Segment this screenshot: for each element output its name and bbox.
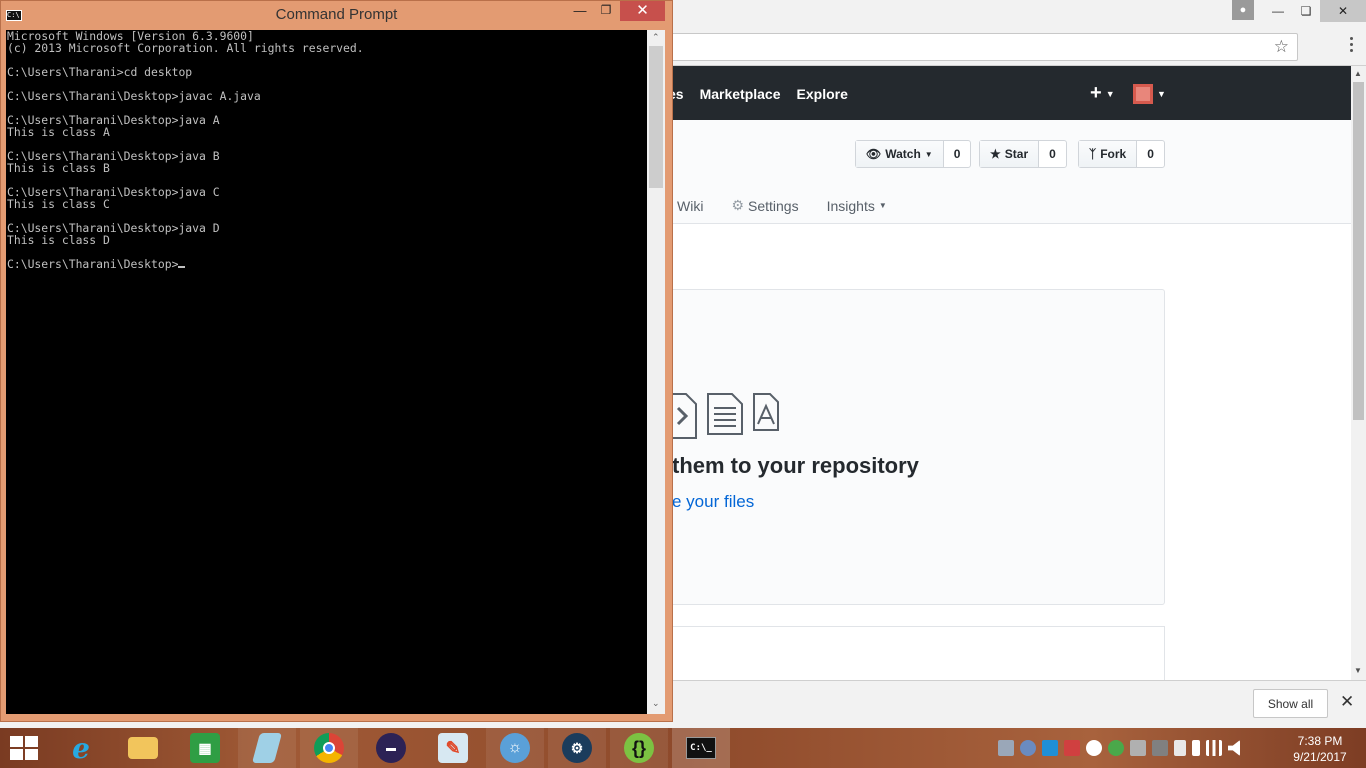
avatar[interactable]	[1133, 84, 1153, 104]
command-prompt-taskbar-icon[interactable]: C:\_	[672, 728, 730, 768]
onedrive-icon[interactable]	[1086, 740, 1102, 756]
tray-app-icon[interactable]	[1042, 740, 1058, 756]
secondary-card	[672, 626, 1165, 686]
minimize-button[interactable]: —	[1264, 0, 1292, 22]
tray-app-icon[interactable]	[1020, 740, 1036, 756]
text-cursor	[178, 266, 186, 268]
tab-wiki[interactable]: Wiki	[677, 197, 703, 214]
tray-app-icon[interactable]	[1108, 740, 1124, 756]
internet-explorer-icon[interactable]: e	[52, 728, 110, 768]
file-text-icon	[707, 393, 743, 435]
paint-icon[interactable]: ✎	[424, 728, 482, 768]
scroll-down-arrow-icon[interactable]: ⌄	[652, 698, 660, 709]
tab-wiki-label: Wiki	[677, 197, 704, 214]
tab-settings[interactable]: ⚙ Settings	[731, 197, 798, 214]
close-button[interactable]: ✕	[1320, 0, 1366, 22]
clock[interactable]: 7:38 PM 9/21/2017	[1284, 733, 1356, 765]
watch-label: Watch	[885, 147, 921, 161]
cmd-titlebar[interactable]: C:\ Command Prompt — ❐ ✕	[1, 1, 672, 30]
tray-app-icon[interactable]	[1152, 740, 1168, 756]
brackets-icon[interactable]: {}	[610, 728, 668, 768]
action-center-flag-icon[interactable]	[1174, 740, 1186, 756]
store-icon[interactable]: ▦	[176, 728, 234, 768]
nav-link-explore[interactable]: Explore	[797, 86, 848, 102]
battery-icon[interactable]	[1192, 740, 1200, 756]
star-label: Star	[1004, 147, 1029, 161]
star-icon: ★	[990, 147, 1001, 161]
watch-count[interactable]: 0	[944, 141, 971, 167]
create-new-button[interactable]: + ▼	[1090, 82, 1115, 105]
fork-count[interactable]: 0	[1137, 141, 1164, 167]
tab-settings-label: Settings	[748, 197, 799, 214]
tray-app-icon[interactable]	[998, 740, 1014, 756]
choose-files-link[interactable]: e your files	[672, 492, 754, 512]
fork-icon: ᛉ	[1089, 147, 1097, 161]
steam-icon[interactable]: ⚙	[548, 728, 606, 768]
cmd-close-button[interactable]: ✕	[620, 1, 665, 21]
start-button[interactable]	[10, 736, 38, 760]
address-bar[interactable]: ☆	[660, 33, 1298, 61]
taskbar: e ▦ ▬ ✎ ☼ ⚙ {} C:\_ 7:38 PM 9/21/2017	[0, 728, 1366, 768]
cmd-minimize-button[interactable]: —	[567, 3, 593, 21]
tray-app-icon[interactable]	[1130, 740, 1146, 756]
maximize-button[interactable]: ❏	[1292, 0, 1320, 22]
volume-icon[interactable]	[1228, 740, 1240, 756]
scroll-up-arrow-icon[interactable]: ▲	[1354, 69, 1362, 78]
show-all-button[interactable]: Show all	[1253, 689, 1328, 718]
clock-date: 9/21/2017	[1293, 750, 1347, 764]
fork-button[interactable]: ᛉ Fork 0	[1078, 140, 1165, 168]
bookmark-star-icon[interactable]: ☆	[1274, 37, 1289, 57]
profile-icon[interactable]: ●	[1232, 0, 1254, 20]
watch-button[interactable]: 👁 Watch ▼ 0	[855, 140, 972, 168]
file-explorer-icon[interactable]	[114, 728, 172, 768]
tab-insights-label: Insights	[826, 197, 875, 214]
console-text: Microsoft Windows [Version 6.3.9600] (c)…	[7, 30, 364, 271]
chevron-down-icon[interactable]: ▼	[1157, 89, 1166, 99]
eye-icon: 👁	[866, 147, 882, 161]
notepad-icon[interactable]	[238, 728, 296, 768]
cmd-maximize-button[interactable]: ❐	[593, 3, 619, 21]
clock-time: 7:38 PM	[1297, 734, 1343, 748]
bittorrent-icon[interactable]: ☼	[486, 728, 544, 768]
gear-icon: ⚙	[731, 197, 744, 213]
cmd-scroll-thumb[interactable]	[649, 46, 663, 188]
tab-insights[interactable]: Insights ▼	[827, 197, 887, 214]
nav-link-marketplace[interactable]: Marketplace	[700, 86, 781, 102]
menu-icon[interactable]	[1350, 37, 1354, 55]
system-tray	[998, 740, 1240, 756]
star-button[interactable]: ★ Star 0	[979, 140, 1067, 168]
file-code-icon	[672, 393, 697, 439]
tray-app-icon[interactable]	[1064, 740, 1080, 756]
fork-label: Fork	[1100, 147, 1127, 161]
upload-blankslate: them to your repository e your files	[672, 289, 1165, 605]
console-output[interactable]: Microsoft Windows [Version 6.3.9600] (c)…	[6, 30, 647, 714]
scroll-up-arrow-icon[interactable]: ⌃	[652, 32, 660, 43]
desktop: ● — ❏ ✕ ☆ es Marketplace Explore + ▼ ▼ 👁…	[0, 0, 1366, 768]
network-signal-icon[interactable]	[1206, 740, 1222, 756]
close-icon[interactable]: ✕	[1340, 692, 1354, 712]
cmd-scrollbar[interactable]: ⌃ ⌄	[647, 30, 665, 714]
file-pdf-icon	[753, 393, 779, 431]
star-count[interactable]: 0	[1039, 141, 1066, 167]
scroll-down-arrow-icon[interactable]: ▼	[1354, 666, 1362, 675]
browser-scrollbar[interactable]: ▲ ▼	[1351, 66, 1366, 680]
eclipse-icon[interactable]: ▬	[362, 728, 420, 768]
command-prompt-window: C:\ Command Prompt — ❐ ✕ Microsoft Windo…	[0, 0, 673, 722]
chrome-icon[interactable]	[300, 728, 358, 768]
blankslate-heading: them to your repository	[672, 453, 919, 478]
scroll-thumb[interactable]	[1353, 82, 1364, 420]
